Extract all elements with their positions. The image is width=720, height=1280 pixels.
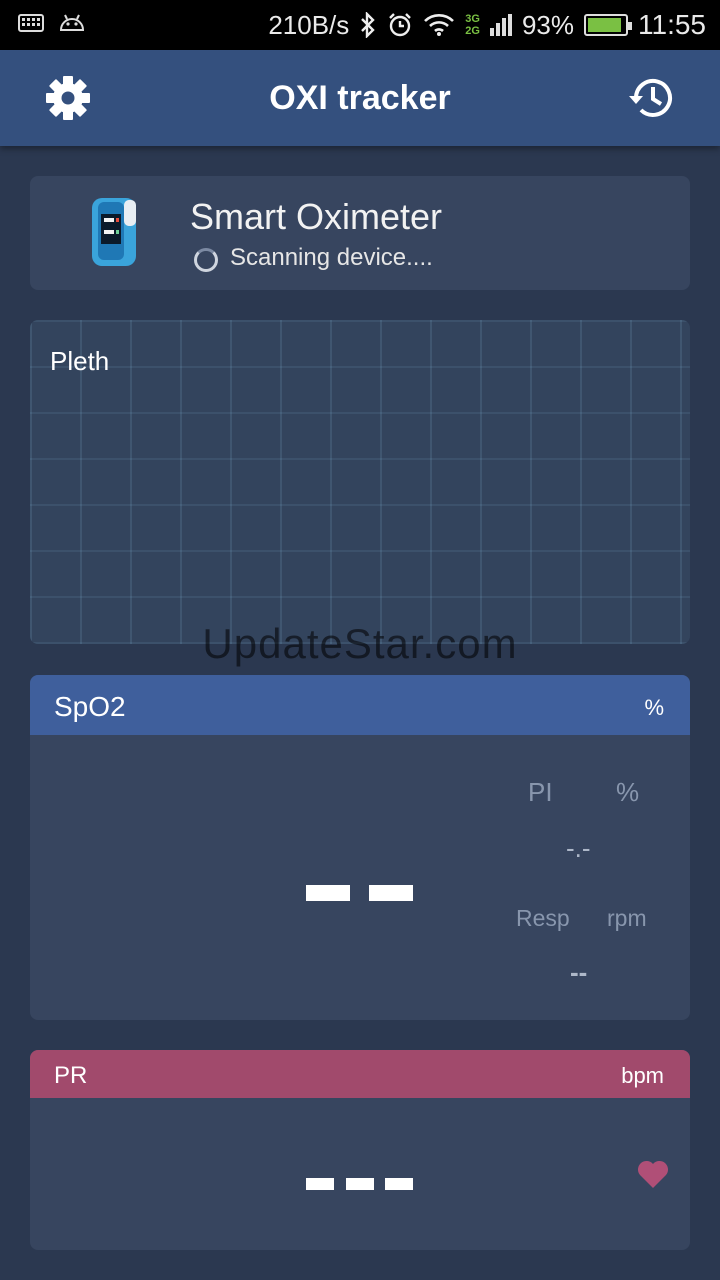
pr-unit: bpm <box>621 1063 664 1088</box>
status-bar: 210B/s 3G 2G 93% 11:55 <box>0 0 720 50</box>
pr-header: PR bpm <box>30 1050 690 1098</box>
app-bar: OXI tracker <box>0 50 720 146</box>
pi-label: PI <box>528 777 553 807</box>
pi-unit: % <box>616 777 640 807</box>
heart-icon <box>637 1160 669 1188</box>
pr-value-dash <box>385 1178 413 1190</box>
resp-value: -- <box>570 957 588 987</box>
device-name: Smart Oximeter <box>190 196 443 237</box>
spo2-card: SpO2 % PI % -.- Resp rpm -- <box>30 675 690 1020</box>
bluetooth-icon <box>361 12 375 38</box>
network-type-top: 3G <box>465 13 480 25</box>
device-card[interactable]: Smart Oximeter Scanning device.... <box>30 176 690 290</box>
resp-label: Resp <box>516 905 570 931</box>
spo2-value-dash <box>369 885 413 901</box>
network-type: 3G 2G <box>465 13 480 37</box>
signal-icon <box>489 14 512 36</box>
battery-icon <box>584 14 632 36</box>
spo2-title: SpO2 <box>54 691 126 722</box>
status-bar-right: 210B/s 3G 2G 93% 11:55 <box>268 0 706 50</box>
spo2-unit: % <box>644 695 664 720</box>
network-speed: 210B/s <box>268 9 350 40</box>
device-status: Scanning device.... <box>230 244 433 271</box>
pr-title: PR <box>54 1062 88 1089</box>
spo2-header: SpO2 % <box>30 675 690 735</box>
pi-value: -.- <box>566 833 591 863</box>
oximeter-device-icon <box>92 198 136 266</box>
wifi-icon <box>424 14 455 36</box>
network-type-bottom: 2G <box>465 25 480 37</box>
pleth-label: Pleth <box>50 346 110 376</box>
resp-unit: rpm <box>607 905 647 931</box>
watermark: UpdateStar.com <box>202 620 518 667</box>
clock: 11:55 <box>638 9 706 40</box>
pr-value-dash <box>346 1178 374 1190</box>
pr-value-dash <box>306 1178 334 1190</box>
app-title: OXI tracker <box>269 79 451 117</box>
battery-fill <box>588 18 622 32</box>
battery-percent: 93% <box>521 9 574 40</box>
alarm-icon <box>389 13 412 37</box>
spo2-value-dash <box>306 885 350 901</box>
status-bar-left <box>18 12 86 34</box>
android-icon <box>59 14 85 31</box>
pleth-waveform-panel: Pleth <box>30 320 690 644</box>
loading-spinner-icon <box>194 248 218 272</box>
keyboard-icon <box>18 14 44 32</box>
history-icon[interactable] <box>626 72 678 124</box>
pr-card: PR bpm <box>30 1050 690 1250</box>
